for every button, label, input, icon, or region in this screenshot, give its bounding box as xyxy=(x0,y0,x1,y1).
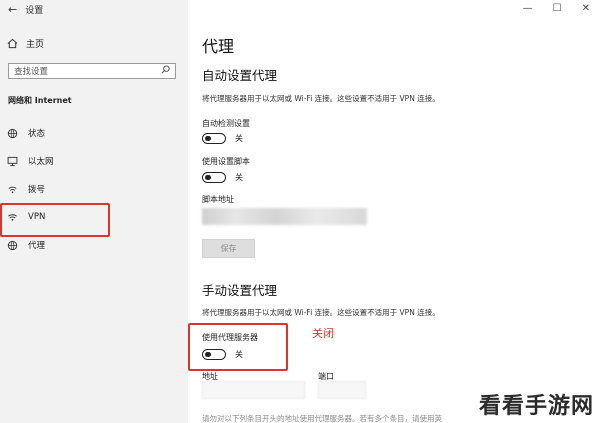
sidebar-item-label: 状态 xyxy=(28,129,46,139)
auto-detect-label: 自动检测设置 xyxy=(202,119,250,128)
main-panel: — ☐ ✕ 代理 自动设置代理 将代理服务器用于以太网或 Wi-Fi 连接。这些… xyxy=(188,0,600,423)
sidebar-item-label: 代理 xyxy=(28,241,46,251)
sidebar-item-dialup[interactable]: 拨号 xyxy=(6,183,45,195)
use-script-toggle[interactable] xyxy=(202,172,226,183)
window-controls: — ☐ ✕ xyxy=(523,3,590,14)
window-title-bar: ← 设置 xyxy=(8,3,43,16)
vpn-highlight-box xyxy=(0,203,110,237)
window-title: 设置 xyxy=(25,6,44,16)
monitor-icon xyxy=(6,155,18,167)
auto-detect-state: 关 xyxy=(235,134,243,143)
proxy-address-input[interactable] xyxy=(202,381,305,399)
auto-detect-toggle-row: 关 xyxy=(202,133,243,144)
sidebar-item-label: 以太网 xyxy=(28,157,54,167)
use-script-label: 使用设置脚本 xyxy=(202,157,250,166)
watermark-logo: 看看手游网 xyxy=(478,394,594,419)
maximize-button[interactable]: ☐ xyxy=(553,3,562,14)
sidebar: ← 设置 主页 查找设置 网络和 Internet 状态 以太网 拨号 VPN … xyxy=(0,0,188,423)
sidebar-item-label: 拨号 xyxy=(28,185,46,195)
auto-detect-toggle[interactable] xyxy=(202,133,226,144)
sidebar-item-home[interactable]: 主页 xyxy=(6,37,44,50)
home-icon xyxy=(6,38,18,50)
manual-proxy-heading: 手动设置代理 xyxy=(202,283,278,298)
auto-proxy-description: 将代理服务器用于以太网或 Wi-Fi 连接。这些设置不适用于 VPN 连接。 xyxy=(202,94,440,103)
sidebar-section-title: 网络和 Internet xyxy=(8,96,72,105)
use-script-state: 关 xyxy=(235,173,243,182)
dialup-icon xyxy=(6,183,18,195)
exceptions-description: 请勿对以下列条目开头的地址使用代理服务器。若有多个条目，请使用英 xyxy=(202,414,442,423)
script-address-input[interactable] xyxy=(202,208,367,225)
search-placeholder: 查找设置 xyxy=(14,67,49,77)
proxy-port-input[interactable] xyxy=(318,381,366,399)
search-input[interactable]: 查找设置 xyxy=(8,63,176,79)
minimize-button[interactable]: — xyxy=(523,3,533,14)
annotation-close-label: 关闭 xyxy=(312,327,334,340)
page-title: 代理 xyxy=(202,37,235,56)
close-button[interactable]: ✕ xyxy=(582,3,590,14)
sidebar-item-ethernet[interactable]: 以太网 xyxy=(6,155,54,167)
globe-status-icon xyxy=(6,127,18,139)
back-arrow-icon[interactable]: ← xyxy=(8,3,17,16)
auto-proxy-heading: 自动设置代理 xyxy=(202,68,278,83)
proxy-toggle-highlight-box xyxy=(188,323,288,371)
script-address-label: 脚本地址 xyxy=(202,195,234,204)
sidebar-item-proxy[interactable]: 代理 xyxy=(6,239,45,251)
sidebar-item-status[interactable]: 状态 xyxy=(6,127,45,139)
use-script-toggle-row: 关 xyxy=(202,172,243,183)
search-icon xyxy=(161,65,170,77)
save-button[interactable]: 保存 xyxy=(202,239,255,258)
sidebar-home-label: 主页 xyxy=(26,40,45,50)
manual-proxy-description: 将代理服务器用于以太网或 Wi-Fi 连接。这些设置不适用于 VPN 连接。 xyxy=(202,308,440,317)
globe-icon xyxy=(6,239,18,251)
